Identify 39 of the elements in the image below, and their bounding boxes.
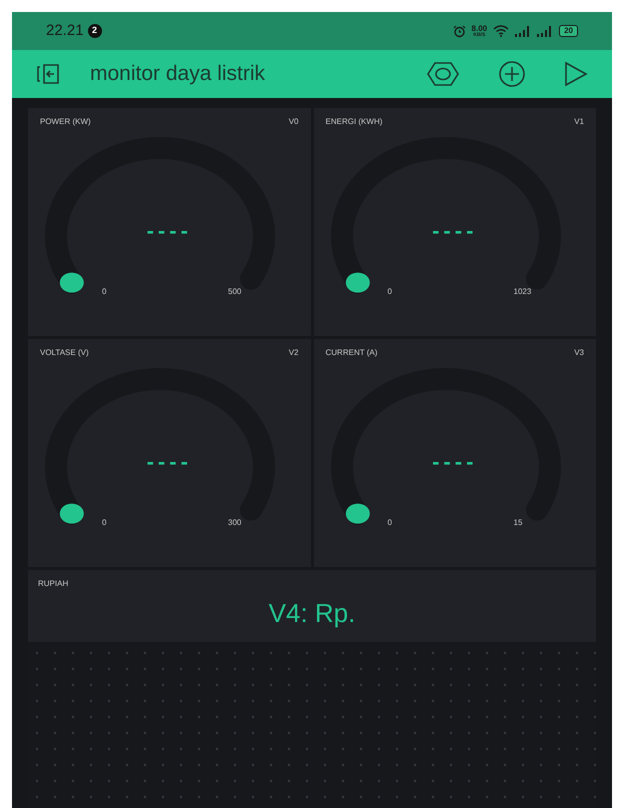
battery-indicator: 20 [559, 25, 578, 37]
gauge-label: CURRENT (A) [326, 347, 378, 359]
gauge-min: 0 [102, 517, 106, 529]
pin-label: V0 [288, 116, 298, 128]
gauge-knob [345, 272, 370, 293]
gauge-knob [60, 272, 84, 293]
signal-icon [537, 26, 554, 36]
play-icon[interactable] [564, 61, 588, 87]
gauge-value: ---- [146, 451, 193, 473]
gauge-min: 0 [388, 517, 392, 529]
display-value: V4: Rp. [268, 600, 356, 626]
notification-badge: 2 [88, 24, 102, 38]
gauge-max: 15 [514, 517, 522, 529]
exit-icon[interactable] [36, 62, 62, 86]
gauge-value: ---- [146, 220, 193, 242]
gauge-label: ENERGI (KWH) [326, 116, 382, 128]
gauge-max: 500 [228, 286, 242, 298]
gauge-min: 0 [388, 286, 392, 298]
network-speed: 8.00 [472, 24, 488, 32]
gauge-value: ---- [431, 451, 478, 473]
gauge-knob [60, 504, 84, 524]
gauge-label: POWER (KW) [40, 116, 91, 128]
add-icon[interactable] [498, 60, 526, 88]
gauge-max: 1023 [514, 286, 532, 298]
gauge-min: 0 [102, 286, 106, 298]
alarm-clock-icon [452, 24, 466, 38]
app-title: monitor daya listrik [90, 61, 266, 88]
display-label: RUPIAH [38, 578, 68, 590]
pin-label: V1 [574, 116, 584, 128]
signal-icon [515, 26, 532, 36]
wifi-icon [493, 25, 510, 37]
clock-time: 22.21 [46, 20, 84, 41]
gauge-max: 300 [228, 517, 242, 529]
settings-icon[interactable] [426, 61, 460, 87]
gauge-value: ---- [431, 220, 478, 242]
gauge-knob [345, 504, 370, 524]
pin-label: V2 [288, 347, 298, 359]
gauge-label: VOLTASE (V) [40, 347, 89, 359]
pin-label: V3 [574, 347, 584, 359]
